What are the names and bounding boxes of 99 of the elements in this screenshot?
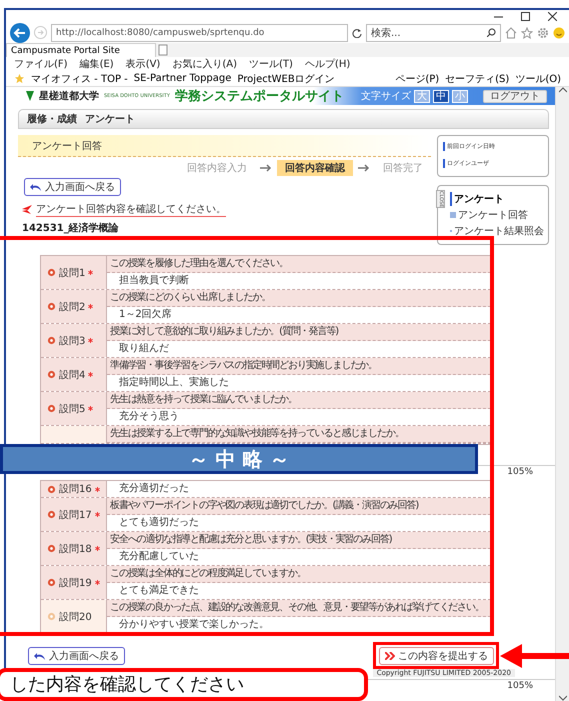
undo-arrow-icon — [34, 652, 46, 660]
menu-item[interactable]: ツール(T) — [249, 57, 293, 71]
favorite-link[interactable]: ProjectWEBログイン — [237, 72, 335, 86]
pin-icon — [47, 370, 56, 379]
pin-icon — [47, 336, 56, 345]
asterisk-icon — [94, 546, 100, 551]
maximize-icon[interactable] — [521, 12, 530, 20]
step-label: 回答内容確認 — [277, 160, 353, 176]
side-menu-link[interactable]: アンケート回答 — [450, 208, 544, 222]
notice-text: アンケート回答内容を確認してください。 — [36, 202, 226, 217]
asterisk-icon — [88, 372, 94, 377]
question-text: この授業を履修した理由を選んでください。 — [107, 256, 491, 273]
omission-banner: ～ 中 略 ～ — [0, 444, 478, 474]
asterisk-icon — [94, 580, 100, 585]
pin-icon — [47, 404, 56, 413]
site-title: 学務システムポータルサイト — [174, 88, 344, 105]
question-number: 設問5 — [59, 402, 86, 416]
search-field[interactable]: 検索... — [366, 24, 501, 42]
side-menu-title: アンケート — [450, 192, 544, 206]
favorite-link[interactable]: SE-Partner Toppage — [134, 73, 232, 84]
smiley-icon[interactable] — [553, 26, 565, 38]
close-icon[interactable] — [548, 12, 557, 20]
menu-item[interactable]: お気に入り(A) — [172, 57, 237, 71]
alert-icon — [22, 205, 32, 214]
font-size-button[interactable]: 中 — [433, 90, 449, 102]
command-menu[interactable]: ツール(O) — [515, 72, 561, 86]
double-chevron-icon — [385, 652, 395, 660]
arrow-icon — [260, 164, 272, 172]
asterisk-icon — [88, 304, 94, 309]
question-number: 設問19 — [59, 576, 92, 590]
pin-icon — [47, 612, 56, 621]
course-name: 142531_経済学概論 — [22, 221, 120, 235]
new-tab-icon[interactable] — [156, 43, 170, 57]
menu-item[interactable]: ファイル(F) — [14, 57, 68, 71]
bullet-icon — [450, 212, 456, 218]
pin-icon — [47, 510, 56, 519]
asterisk-icon — [94, 512, 100, 517]
submit-button[interactable]: この内容を提出する — [379, 647, 494, 665]
favorites-star-icon[interactable] — [14, 73, 25, 84]
asterisk-icon — [88, 338, 94, 343]
zoom-level[interactable]: 105% — [507, 681, 533, 691]
step-label: 回答完了 — [382, 162, 424, 176]
asterisk-icon — [88, 270, 94, 275]
question-text: 板書やパワーポイントの字や図の表現は適切でしたか。(講義・演習のみ回答) — [107, 498, 491, 515]
question-number: 設問16 — [59, 482, 92, 496]
question-text: 準備学習・事後学習をシラバスの指定時間どおり実施しましたか。 — [107, 358, 491, 375]
question-number: 設問17 — [59, 508, 92, 522]
pin-icon — [47, 302, 56, 311]
question-number: 設問4 — [59, 368, 86, 382]
pointer-arrow — [500, 644, 569, 668]
command-menu[interactable]: ページ(P) — [395, 72, 440, 86]
scroll-down-icon — [558, 695, 566, 701]
logo-icon — [26, 91, 34, 101]
browser-tab[interactable]: Campusmate Portal Site — [6, 43, 156, 57]
question-text: 先生は熱意を持って授業に臨んでいましたか。 — [107, 392, 491, 409]
callout-text: した内容を確認してください — [0, 668, 368, 701]
logout-button[interactable]: ログアウト — [483, 90, 547, 102]
question-text: 先生は授業する上で専門的な知識や技能等を持っていると感じましたか。 — [107, 426, 491, 443]
question-text: この授業の良かった点、建設的な改善意見、その他、意見・要望等があれば挙げてください。 — [107, 600, 491, 617]
settings-icon[interactable] — [537, 26, 549, 38]
side-menu-link[interactable]: アンケート結果照会 — [450, 224, 544, 238]
breadcrumb-item[interactable]: 履修・成績 — [27, 112, 77, 126]
page-title: アンケート回答 — [18, 135, 431, 157]
asterisk-icon — [88, 406, 94, 411]
question-text: この授業にどのくらい出席しましたか。 — [107, 290, 491, 307]
back-button[interactable]: 入力画面へ戻る — [24, 178, 121, 196]
question-number: 設問1 — [59, 266, 86, 280]
command-menu[interactable]: セーフティ(S) — [445, 72, 510, 86]
pin-icon — [47, 544, 56, 553]
question-number: 設問2 — [59, 300, 86, 314]
question-number: 設問3 — [59, 334, 86, 348]
font-size-label: 文字サイズ — [361, 90, 411, 103]
university-name: 星槎道都大学 — [39, 89, 99, 103]
undo-arrow-icon — [30, 182, 42, 192]
refresh-icon[interactable] — [352, 28, 362, 38]
pin-icon — [47, 268, 56, 277]
address-field[interactable]: http://localhost:8080/campusweb/sprtenqu.do — [51, 24, 348, 42]
favorite-link[interactable]: マイオフィス - TOP - — [31, 72, 128, 86]
back-button[interactable]: 入力画面へ戻る — [28, 647, 125, 665]
step-label: 回答内容入力 — [186, 162, 248, 176]
question-number: 設問18 — [59, 542, 92, 556]
menu-item[interactable]: 編集(E) — [80, 57, 114, 71]
zoom-level[interactable]: 105% — [507, 467, 533, 477]
asterisk-icon — [94, 486, 100, 492]
menu-item[interactable]: 表示(V) — [126, 57, 160, 71]
question-text: 授業に対して意欲的に取り組みましたか。(質問・発言等) — [107, 324, 491, 341]
question-text: この授業は全体的にどの程度満足していますか。 — [107, 566, 491, 583]
breadcrumb-item[interactable]: アンケート — [85, 112, 135, 126]
pin-icon — [47, 578, 56, 587]
scrollbar[interactable] — [555, 87, 569, 701]
menu-item[interactable]: ヘルプ(H) — [304, 57, 350, 71]
question-text: 安全への適切な指導と配慮は充分と思いますか。(実技・実習のみ回答) — [107, 532, 491, 549]
home-icon[interactable] — [505, 26, 517, 38]
star-icon[interactable] — [521, 26, 533, 38]
question-number: 設問20 — [59, 610, 92, 624]
pin-icon — [47, 484, 56, 494]
scroll-up-icon — [558, 87, 566, 93]
search-icon — [487, 28, 496, 37]
arrow-icon — [358, 164, 370, 172]
